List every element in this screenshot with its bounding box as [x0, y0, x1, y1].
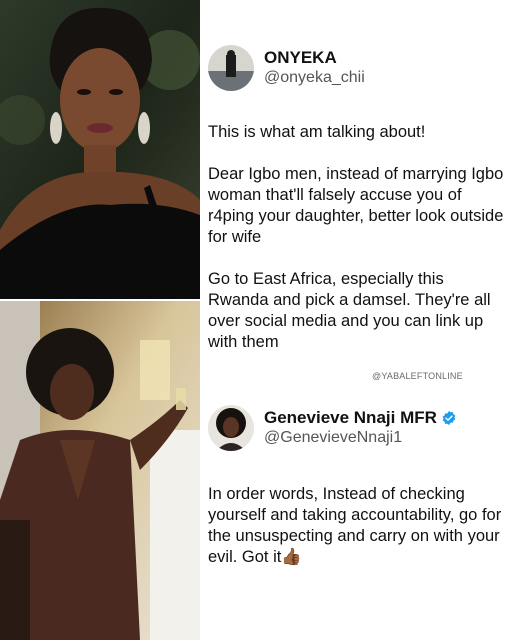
tweet-1-header: ONYEKA @onyeka_chii — [208, 45, 365, 91]
watermark: @YABALEFTONLINE — [372, 371, 463, 381]
tweet-2-body: In order words, Instead of checking your… — [208, 484, 504, 568]
verified-badge-icon — [442, 411, 456, 425]
display-name[interactable]: Genevieve Nnaji MFR — [264, 408, 437, 428]
tweet-2-header: Genevieve Nnaji MFR @GenevieveNnaji1 — [208, 405, 457, 451]
bottom-portrait-photo — [0, 300, 200, 640]
tweet-paragraph: Dear Igbo men, instead of marrying Igbo … — [208, 165, 504, 246]
avatar[interactable] — [208, 405, 254, 451]
display-name[interactable]: ONYEKA — [264, 48, 365, 68]
display-name-row: Genevieve Nnaji MFR — [264, 408, 457, 428]
tweet-paragraph: In order words, Instead of checking your… — [208, 485, 502, 566]
woman-portrait-photo — [208, 405, 254, 451]
tweet-panel: ONYEKA @onyeka_chii This is what am talk… — [200, 0, 512, 640]
avatar[interactable] — [208, 45, 254, 91]
photo-collage — [0, 0, 200, 640]
tweet-paragraph: Go to East Africa, especially this Rwand… — [208, 270, 491, 351]
top-portrait-photo — [0, 0, 200, 300]
user-handle[interactable]: @onyeka_chii — [264, 68, 365, 88]
tweet-paragraph: This is what am talking about! — [208, 123, 426, 141]
user-handle[interactable]: @GenevieveNnaji1 — [264, 428, 457, 448]
avatar-photo — [208, 45, 254, 91]
tweet-1-body: This is what am talking about! Dear Igbo… — [208, 122, 504, 353]
photo-column — [0, 0, 200, 640]
